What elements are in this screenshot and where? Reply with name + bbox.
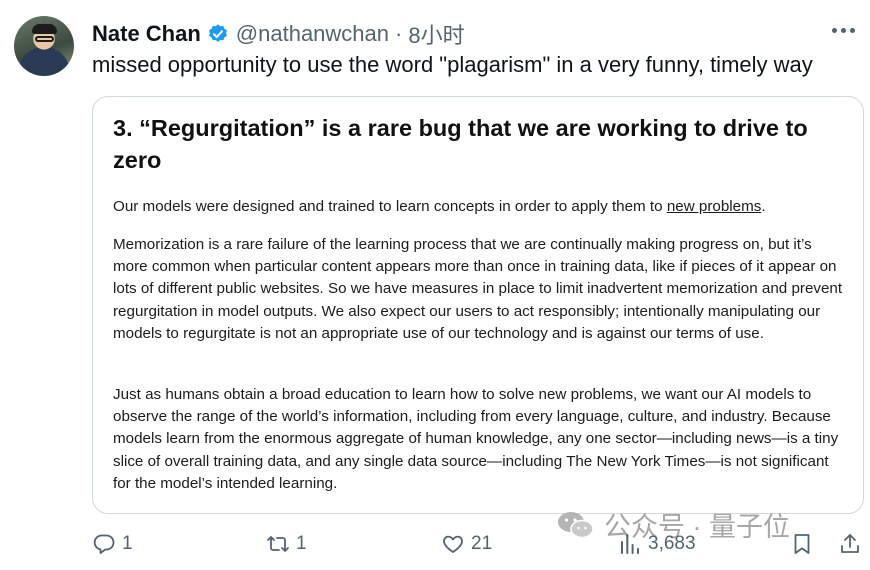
- bookmark-icon: [794, 534, 810, 554]
- author-name[interactable]: Nate Chan: [92, 21, 201, 47]
- more-dot: [849, 27, 855, 33]
- attached-image-card[interactable]: 3. “Regurgitation” is a rare bug that we…: [92, 96, 864, 514]
- more-icon[interactable]: [830, 20, 856, 40]
- separator-dot: ·: [395, 21, 403, 46]
- views-icon: [621, 534, 639, 554]
- views-button[interactable]: 3,683: [618, 532, 696, 556]
- verified-badge-icon: [208, 24, 227, 42]
- card-paragraph-1: Our models were designed and trained to …: [113, 196, 848, 218]
- tweet-actions: 1 1 21 3,683: [0, 532, 870, 562]
- card-heading: 3. “Regurgitation” is a rare bug that we…: [113, 115, 808, 173]
- bookmark-button[interactable]: [790, 532, 814, 556]
- retweet-button[interactable]: 1: [266, 532, 307, 556]
- like-button[interactable]: 21: [441, 532, 492, 556]
- share-icon: [841, 534, 859, 553]
- retweet-count: 1: [296, 533, 307, 554]
- card-paragraph-2: Memorization is a rare failure of the le…: [113, 236, 843, 342]
- retweet-icon: [267, 536, 289, 552]
- heart-icon: [443, 535, 463, 553]
- author-avatar[interactable]: [14, 16, 74, 76]
- like-count: 21: [471, 533, 493, 554]
- card-paragraph-3: Just as humans obtain a broad education …: [113, 386, 839, 492]
- avatar-hair: [32, 24, 57, 34]
- card-p1-end: .: [761, 198, 766, 215]
- author-handle[interactable]: @nathanwchan: [236, 21, 389, 47]
- tweet-text: missed opportunity to use the word "plag…: [92, 52, 813, 77]
- tweet-time[interactable]: 8小时: [408, 18, 464, 50]
- tweet-header: Nate Chan @nathanwchan · 8小时: [92, 18, 465, 50]
- share-button[interactable]: [838, 532, 862, 556]
- more-dot: [831, 27, 837, 33]
- more-dot: [840, 27, 846, 33]
- reply-icon: [93, 534, 115, 554]
- views-count: 3,683: [648, 533, 696, 554]
- new-problems-link: new problems: [666, 198, 762, 215]
- reply-count: 1: [122, 533, 133, 554]
- avatar-glasses: [35, 36, 54, 42]
- card-p1-text: Our models were designed and trained to …: [113, 198, 667, 215]
- reply-button[interactable]: 1: [92, 532, 133, 556]
